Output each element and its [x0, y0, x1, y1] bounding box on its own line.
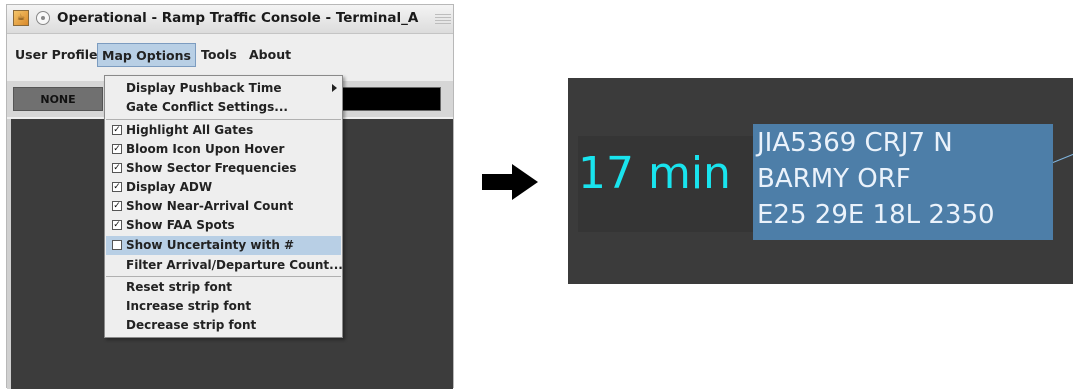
display-pushback-time-label: Display Pushback Time: [126, 81, 282, 95]
checkbox-checked-icon: ✓: [112, 182, 122, 192]
menu-map-options[interactable]: Map Options: [97, 43, 196, 67]
checkbox-highlight-all-gates[interactable]: ✓ Highlight All Gates: [106, 121, 341, 140]
checkbox-checked-icon: ✓: [112, 144, 122, 154]
window-menu-icon[interactable]: [36, 11, 50, 25]
flight-callsign-line: JIA5369 CRJ7 N: [757, 128, 953, 158]
menu-about[interactable]: About: [245, 43, 295, 67]
menu-item-decrease-strip-font[interactable]: Decrease strip font: [106, 316, 341, 335]
decrease-strip-font-label: Decrease strip font: [126, 318, 257, 332]
title-bar-grip-icon: [435, 14, 451, 24]
flight-info-box[interactable]: JIA5369 CRJ7 N BARMY ORF E25 29E 18L 235…: [753, 124, 1053, 240]
menu-about-label: About: [249, 47, 292, 62]
ramp-traffic-console-window: ☕ Operational - Ramp Traffic Console - T…: [6, 4, 454, 389]
checkbox-checked-icon: ✓: [112, 201, 122, 211]
checkbox-bloom-icon-upon-hover[interactable]: ✓ Bloom Icon Upon Hover: [106, 140, 341, 159]
checkbox-label: Show FAA Spots: [126, 218, 235, 232]
checkbox-display-adw[interactable]: ✓ Display ADW: [106, 178, 341, 197]
checkbox-unchecked-icon: [112, 240, 122, 250]
menu-item-gate-conflict-settings[interactable]: Gate Conflict Settings...: [106, 98, 341, 117]
menu-tools[interactable]: Tools: [197, 43, 241, 67]
right-arrow-icon: [482, 164, 538, 200]
menu-separator: [106, 119, 341, 120]
map-left-border: [7, 119, 11, 389]
window-title: Operational - Ramp Traffic Console - Ter…: [57, 10, 419, 26]
flight-strip-panel: 17 min JIA5369 CRJ7 N BARMY ORF E25 29E …: [568, 78, 1073, 284]
checkbox-label: Show Uncertainty with #: [126, 238, 295, 252]
checkbox-show-faa-spots[interactable]: ✓ Show FAA Spots: [106, 216, 341, 235]
menu-item-display-pushback-time[interactable]: Display Pushback Time: [106, 79, 341, 98]
menu-map-options-label: Map Options: [102, 48, 191, 63]
gate-conflict-settings-label: Gate Conflict Settings...: [126, 100, 288, 114]
flight-route-line: BARMY ORF: [757, 164, 911, 194]
checkbox-label: Highlight All Gates: [126, 123, 254, 137]
menu-user-profile[interactable]: User Profile: [11, 43, 102, 67]
checkbox-label: Bloom Icon Upon Hover: [126, 142, 285, 156]
checkbox-label: Show Sector Frequencies: [126, 161, 297, 175]
menu-item-increase-strip-font[interactable]: Increase strip font: [106, 297, 341, 316]
submenu-arrow-icon: [332, 84, 337, 92]
menu-separator: [106, 276, 341, 277]
time-to-pushback: 17 min: [578, 148, 731, 199]
map-options-dropdown: Display Pushback Time Gate Conflict Sett…: [104, 75, 343, 338]
menu-item-reset-strip-font[interactable]: Reset strip font: [106, 278, 341, 297]
increase-strip-font-label: Increase strip font: [126, 299, 252, 313]
menu-user-profile-label: User Profile: [15, 47, 98, 62]
status-field[interactable]: [337, 87, 441, 111]
flight-gate-line: E25 29E 18L 2350: [757, 200, 995, 230]
menu-bar: User Profile Map Options Tools About: [7, 35, 453, 75]
checkbox-show-near-arrival-count[interactable]: ✓ Show Near-Arrival Count: [106, 197, 341, 216]
leader-line: [1052, 153, 1073, 163]
checkbox-checked-icon: ✓: [112, 125, 122, 135]
menu-item-filter-arrival-departure[interactable]: Filter Arrival/Departure Count...: [106, 256, 343, 275]
checkbox-show-uncertainty[interactable]: Show Uncertainty with #: [106, 236, 341, 255]
reset-strip-font-label: Reset strip font: [126, 280, 232, 294]
checkbox-label: Show Near-Arrival Count: [126, 199, 294, 213]
checkbox-show-sector-frequencies[interactable]: ✓ Show Sector Frequencies: [106, 159, 341, 178]
menu-tools-label: Tools: [201, 47, 237, 62]
title-bar[interactable]: ☕ Operational - Ramp Traffic Console - T…: [7, 5, 453, 34]
filter-arrival-departure-label: Filter Arrival/Departure Count...: [126, 258, 343, 272]
checkbox-checked-icon: ✓: [112, 163, 122, 173]
java-app-icon: ☕: [13, 10, 29, 26]
checkbox-checked-icon: ✓: [112, 220, 122, 230]
none-button[interactable]: NONE: [13, 87, 103, 111]
checkbox-label: Display ADW: [126, 180, 213, 194]
